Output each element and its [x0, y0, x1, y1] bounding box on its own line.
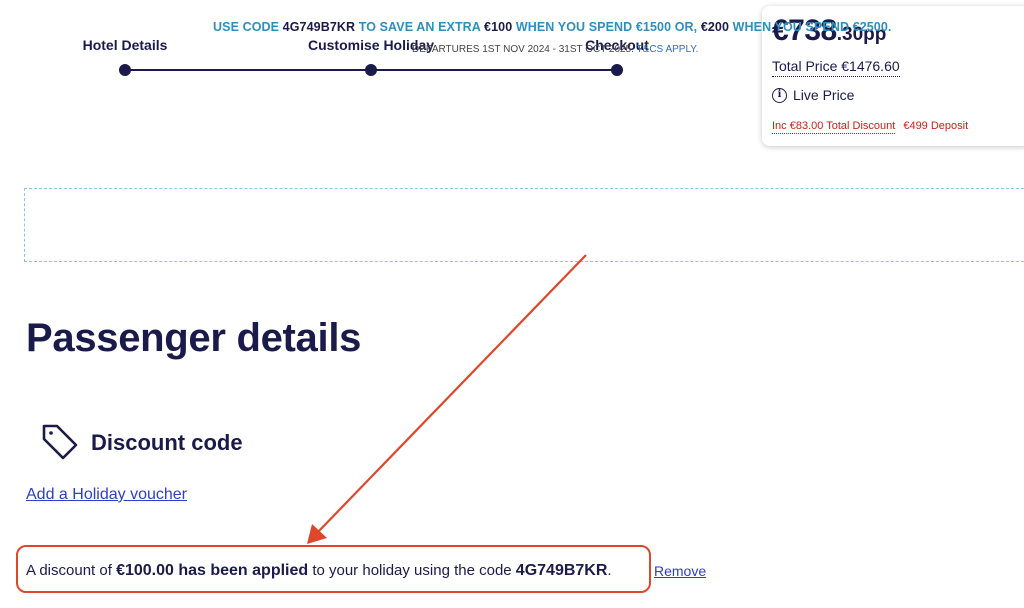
info-icon: i: [772, 87, 787, 103]
promo-headline: USE CODE 4G749B7KR TO SAVE AN EXTRA €100…: [213, 20, 891, 34]
promo-text: USE CODE: [213, 20, 283, 34]
applied-code: 4G749B7KR: [515, 562, 608, 579]
applied-text: to your holiday using the code: [308, 562, 516, 579]
promo-amount-200: €200: [700, 20, 730, 34]
remove-discount-link[interactable]: Remove: [654, 563, 706, 579]
live-price-label: Live Price: [793, 87, 855, 103]
applied-amount: €100.00 has been applied: [116, 562, 309, 579]
step-dot-hotel-details: [119, 64, 131, 76]
promo-banner: [24, 188, 1024, 262]
step-dot-customise-holiday: [365, 64, 377, 76]
tcs-link[interactable]: T&CS APPLY.: [637, 44, 699, 55]
tag-icon: [42, 424, 78, 460]
promo-subline: DEPARTURES 1ST NOV 2024 - 31ST OCT 2025.…: [412, 44, 698, 55]
step-dot-checkout: [611, 64, 623, 76]
promo-text: TO SAVE AN EXTRA: [355, 20, 485, 34]
total-discount[interactable]: Inc €83.00 Total Discount: [772, 120, 896, 134]
live-price[interactable]: i Live Price: [772, 87, 854, 103]
discount-applied-message: A discount of €100.00 has been applied t…: [26, 562, 612, 580]
add-holiday-voucher-link[interactable]: Add a Holiday voucher: [26, 486, 187, 504]
step-hotel-details[interactable]: Hotel Details: [83, 37, 168, 53]
total-price[interactable]: Total Price €1476.60: [772, 58, 900, 77]
promo-code: 4G749B7KR: [282, 20, 356, 34]
discount-deposit-line: Inc €83.00 Total Discount €499 Deposit: [772, 120, 969, 134]
promo-departures: DEPARTURES 1ST NOV 2024 - 31ST OCT 2025.: [412, 44, 637, 55]
promo-text: WHEN YOU SPEND €2500.: [729, 20, 892, 34]
deposit: €499 Deposit: [903, 120, 969, 132]
promo-amount-100: €100: [484, 20, 513, 34]
applied-text: A discount of: [26, 562, 117, 579]
promo-text: WHEN YOU SPEND €1500 OR,: [512, 20, 701, 34]
page-title: Passenger details: [26, 316, 362, 360]
applied-text: .: [607, 562, 612, 579]
discount-code-heading: Discount code: [91, 430, 243, 455]
